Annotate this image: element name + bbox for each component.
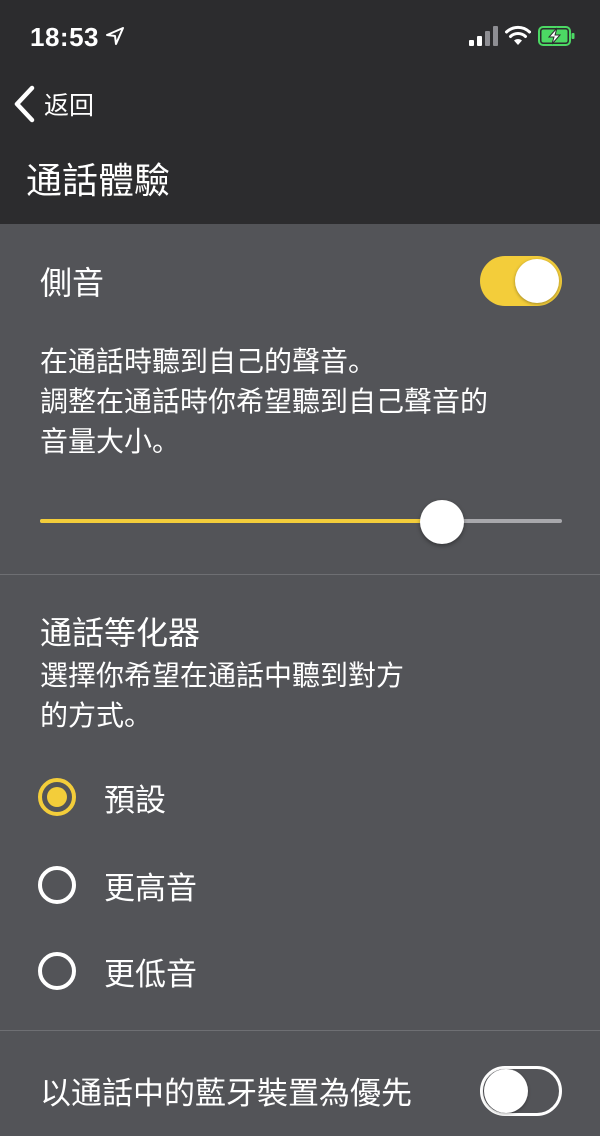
location-arrow-icon (106, 27, 124, 45)
divider (0, 574, 600, 575)
status-bar: 18:53 (0, 0, 600, 72)
wifi-icon (505, 25, 531, 45)
equalizer-title: 通話等化器 (40, 614, 201, 652)
radio-button[interactable] (38, 952, 76, 990)
equalizer-description-line-1: 選擇你希望在通話中聽到對方 (40, 659, 405, 692)
sidetone-description-line-3: 音量大小。 (40, 425, 181, 458)
sidetone-title: 側音 (40, 264, 105, 302)
cellular-signal-icon (469, 26, 498, 46)
sidetone-description-line-2: 調整在通話時你希望聽到自己聲音的 (40, 385, 489, 418)
equalizer-description-line-2: 的方式。 (40, 699, 153, 732)
radio-label: 預設 (104, 782, 166, 819)
radio-label: 更高音 (104, 870, 197, 907)
radio-button-selected[interactable] (38, 778, 76, 816)
battery-charging-icon (538, 26, 575, 46)
status-time: 18:53 (30, 22, 99, 52)
sidetone-volume-slider[interactable] (40, 500, 562, 544)
back-button[interactable]: 返回 (12, 84, 94, 124)
slider-thumb[interactable] (419, 500, 464, 544)
equalizer-option-treble[interactable]: 更高音 (38, 862, 197, 908)
sidetone-description-line-1: 在通話時聽到自己的聲音。 (40, 345, 377, 378)
divider (0, 1030, 600, 1031)
slider-fill (40, 519, 442, 523)
bluetooth-priority-title: 以通話中的藍牙裝置為優先 (40, 1076, 412, 1112)
sidetone-toggle[interactable] (480, 256, 562, 306)
toggle-knob (515, 259, 559, 303)
bluetooth-priority-toggle[interactable] (480, 1066, 562, 1116)
toggle-knob (484, 1069, 528, 1113)
back-label: 返回 (44, 91, 95, 120)
equalizer-option-bass[interactable]: 更低音 (38, 948, 197, 994)
page-title: 通話體驗 (26, 161, 171, 202)
radio-button[interactable] (38, 866, 76, 904)
radio-label: 更低音 (104, 956, 197, 993)
equalizer-option-default[interactable]: 預設 (38, 774, 166, 820)
chevron-left-icon (14, 85, 35, 123)
